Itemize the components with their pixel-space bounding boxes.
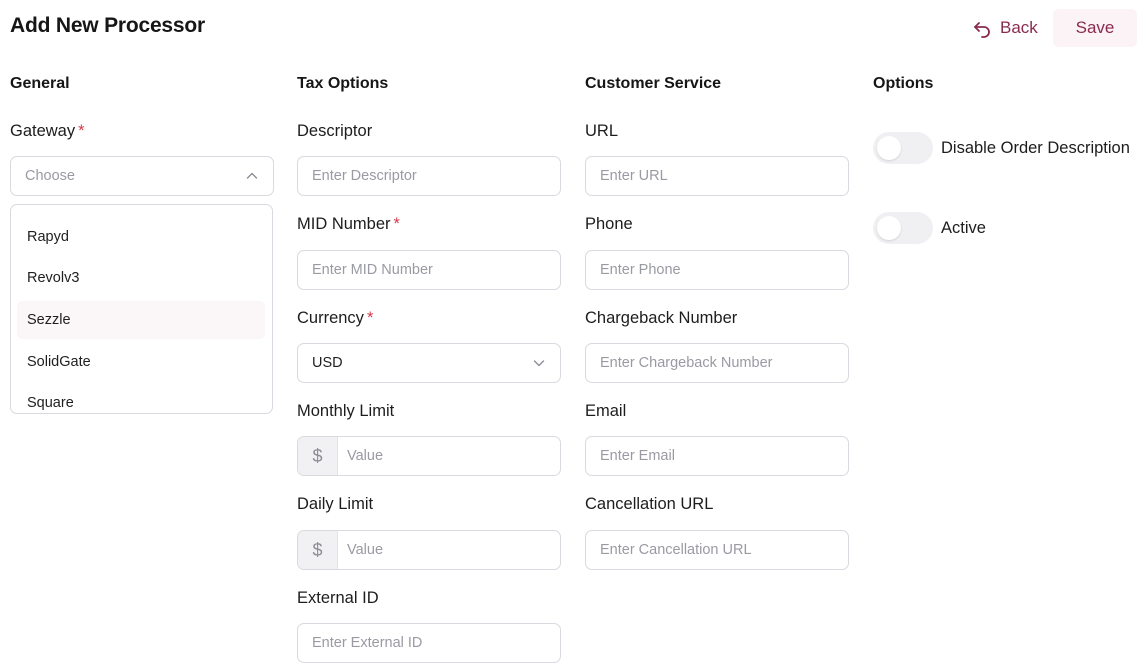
- back-button-label: Back: [1000, 18, 1038, 37]
- descriptor-placeholder: Enter Descriptor: [312, 168, 417, 184]
- phone-input[interactable]: Enter Phone: [585, 250, 849, 290]
- daily-limit-label: Daily Limit: [297, 495, 374, 513]
- required-marker: *: [78, 122, 85, 140]
- daily-limit-input[interactable]: $ Value: [297, 530, 561, 570]
- url-label: URL: [585, 122, 619, 140]
- currency-select-value: USD: [312, 355, 343, 371]
- dollar-icon: $: [298, 437, 338, 475]
- required-marker: *: [366, 309, 374, 327]
- chevron-up-icon: [246, 172, 258, 179]
- mid-number-placeholder: Enter MID Number: [312, 262, 433, 278]
- monthly-limit-placeholder: Value: [347, 448, 384, 464]
- external-id-label: External ID: [297, 589, 379, 607]
- general-section: General Gateway * Choose Rapyd Revolv3 Se…: [10, 74, 274, 414]
- page-header: Add New Processor Back Save: [10, 0, 1144, 56]
- toggle-knob: [877, 216, 901, 240]
- tax-options-section: Tax Options Descriptor Enter Descriptor …: [297, 74, 561, 663]
- back-button[interactable]: Back: [968, 9, 1042, 47]
- gateway-option-square[interactable]: Square: [17, 384, 265, 413]
- gateway-label: Gateway *: [10, 122, 85, 140]
- disable-order-description-toggle[interactable]: [873, 132, 933, 164]
- dollar-icon: $: [298, 531, 338, 569]
- gateway-option-solidgate[interactable]: SolidGate: [17, 343, 265, 381]
- general-section-title: General: [10, 75, 70, 92]
- url-placeholder: Enter URL: [600, 168, 668, 184]
- url-input[interactable]: Enter URL: [585, 156, 849, 196]
- gateway-option-rapyd[interactable]: Rapyd: [17, 218, 265, 256]
- toggle-knob: [877, 136, 901, 160]
- currency-select[interactable]: USD: [297, 343, 561, 383]
- phone-label: Phone: [585, 215, 633, 233]
- disable-order-description-row: Disable Order Description: [873, 132, 1130, 164]
- descriptor-input[interactable]: Enter Descriptor: [297, 156, 561, 196]
- disable-order-description-label: Disable Order Description: [941, 138, 1130, 157]
- external-id-input[interactable]: Enter External ID: [297, 623, 561, 663]
- gateway-option-revolv3[interactable]: Revolv3: [17, 259, 265, 297]
- mid-number-input[interactable]: Enter MID Number: [297, 250, 561, 290]
- options-section-title: Options: [873, 75, 934, 92]
- daily-limit-placeholder: Value: [347, 542, 384, 558]
- email-placeholder: Enter Email: [600, 448, 675, 464]
- customer-service-section-title: Customer Service: [585, 75, 722, 92]
- phone-placeholder: Enter Phone: [600, 262, 681, 278]
- cancellation-url-label: Cancellation URL: [585, 495, 714, 513]
- active-toggle[interactable]: [873, 212, 933, 244]
- back-arrow-icon: [974, 22, 990, 38]
- gateway-dropdown-menu: Rapyd Revolv3 Sezzle SolidGate Square: [10, 204, 273, 414]
- mid-number-label: MID Number *: [297, 215, 400, 233]
- chargeback-number-input[interactable]: Enter Chargeback Number: [585, 343, 849, 383]
- monthly-limit-input[interactable]: $ Value: [297, 436, 561, 476]
- email-input[interactable]: Enter Email: [585, 436, 849, 476]
- chargeback-number-label: Chargeback Number: [585, 309, 738, 327]
- currency-label: Currency *: [297, 309, 374, 327]
- gateway-select[interactable]: Choose: [10, 156, 274, 196]
- page-title: Add New Processor: [10, 14, 205, 37]
- required-marker: *: [393, 215, 400, 233]
- email-label: Email: [585, 402, 627, 420]
- chevron-down-icon: [533, 360, 545, 367]
- active-label: Active: [941, 218, 986, 237]
- customer-service-section: Customer Service URL Enter URL Phone Ent…: [585, 74, 849, 570]
- save-button[interactable]: Save: [1053, 9, 1137, 47]
- descriptor-label: Descriptor: [297, 122, 373, 140]
- chargeback-number-placeholder: Enter Chargeback Number: [600, 355, 773, 371]
- external-id-placeholder: Enter External ID: [312, 635, 423, 651]
- gateway-select-placeholder: Choose: [25, 168, 75, 184]
- cancellation-url-placeholder: Enter Cancellation URL: [600, 542, 752, 558]
- active-row: Active: [873, 212, 986, 244]
- cancellation-url-input[interactable]: Enter Cancellation URL: [585, 530, 849, 570]
- tax-options-section-title: Tax Options: [297, 75, 389, 92]
- gateway-option-sezzle[interactable]: Sezzle: [17, 301, 265, 339]
- options-section: Options Disable Order Description Active: [873, 74, 1144, 244]
- monthly-limit-label: Monthly Limit: [297, 402, 395, 420]
